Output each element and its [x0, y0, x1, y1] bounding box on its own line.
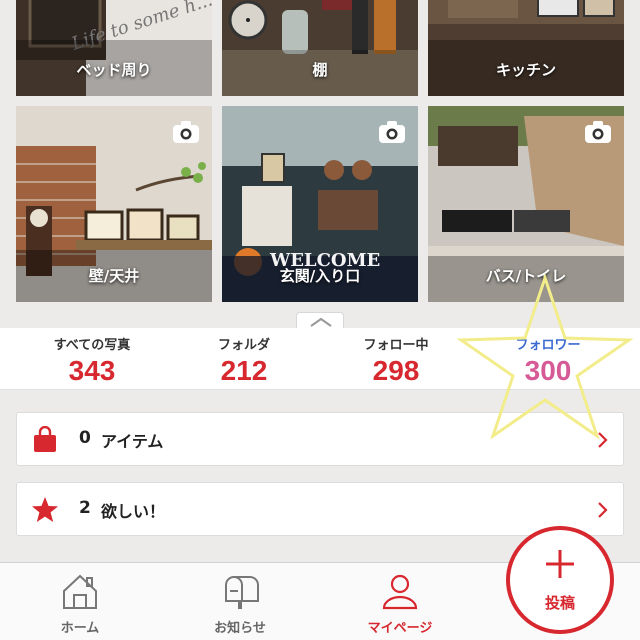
stat-value: 343 — [68, 355, 116, 386]
tile-label: 棚 — [312, 61, 328, 79]
folder-tile-entrance[interactable]: WELCOME 玄関/入り口 — [222, 106, 418, 302]
stat-all-photos[interactable]: すべての写真 343 — [12, 334, 172, 387]
items-count: 0 — [79, 428, 91, 448]
post-button[interactable]: 投稿 — [506, 526, 614, 634]
shelf-photo — [222, 0, 418, 96]
stat-following[interactable]: フォロー中 298 — [316, 334, 476, 387]
folder-tile-bath[interactable]: バス/トイレ — [428, 106, 624, 302]
chevron-right-icon — [598, 502, 608, 518]
folder-tile-kitchen[interactable]: キッチン — [428, 0, 624, 96]
camera-icon — [585, 121, 611, 143]
wishlist-row[interactable]: 2 欲しい！ — [16, 482, 624, 536]
plus-icon — [546, 550, 574, 578]
camera-icon — [379, 121, 405, 143]
camera-icon — [173, 121, 199, 143]
folder-tile-shelf[interactable]: 棚 — [222, 0, 418, 96]
wishlist-count: 2 — [79, 498, 91, 518]
items-label: アイテム — [101, 432, 164, 451]
items-row[interactable]: 0 アイテム — [16, 412, 624, 466]
stat-label: フォロワー — [515, 338, 581, 353]
mailbox-icon — [225, 576, 259, 609]
stat-value: 298 — [372, 355, 420, 386]
nav-label: マイページ — [367, 621, 433, 636]
stat-followers[interactable]: フォロワー 300 — [468, 334, 628, 387]
nav-notices[interactable]: お知らせ — [160, 571, 320, 636]
tile-label: 壁/天井 — [88, 267, 140, 285]
wishlist-label: 欲しい！ — [101, 502, 166, 521]
stat-label: フォルダ — [217, 338, 270, 353]
user-icon — [382, 574, 418, 610]
photo-grid: Life to some h... ベッド周り 棚 キッチン 壁/天井 WELC… — [0, 0, 640, 312]
nav-label: お知らせ — [214, 621, 266, 636]
tile-label: キッチン — [495, 61, 556, 79]
stat-label: フォロー中 — [363, 338, 429, 353]
post-label: 投稿 — [544, 594, 575, 612]
folder-tile-bed[interactable]: Life to some h... ベッド周り — [16, 0, 212, 96]
nav-mypage[interactable]: マイページ — [320, 571, 480, 636]
stat-folders[interactable]: フォルダ 212 — [164, 334, 324, 387]
shopping-bag-icon — [34, 426, 56, 452]
stat-value: 212 — [220, 355, 268, 386]
stat-value: 300 — [524, 355, 572, 386]
tile-label: 玄関/入り口 — [279, 267, 361, 285]
bed-photo: Life to some h... — [16, 0, 212, 96]
nav-home[interactable]: ホーム — [0, 571, 160, 636]
tile-label: ベッド周り — [76, 61, 152, 79]
stat-label: すべての写真 — [53, 338, 131, 353]
tile-label: バス/トイレ — [485, 267, 567, 285]
home-icon — [63, 574, 97, 609]
star-icon — [32, 497, 58, 522]
nav-label: ホーム — [60, 621, 100, 636]
kitchen-photo — [428, 0, 624, 96]
chevron-right-icon — [598, 432, 608, 448]
profile-stats: すべての写真 343 フォルダ 212 フォロー中 298 フォロワー 300 — [0, 328, 640, 390]
